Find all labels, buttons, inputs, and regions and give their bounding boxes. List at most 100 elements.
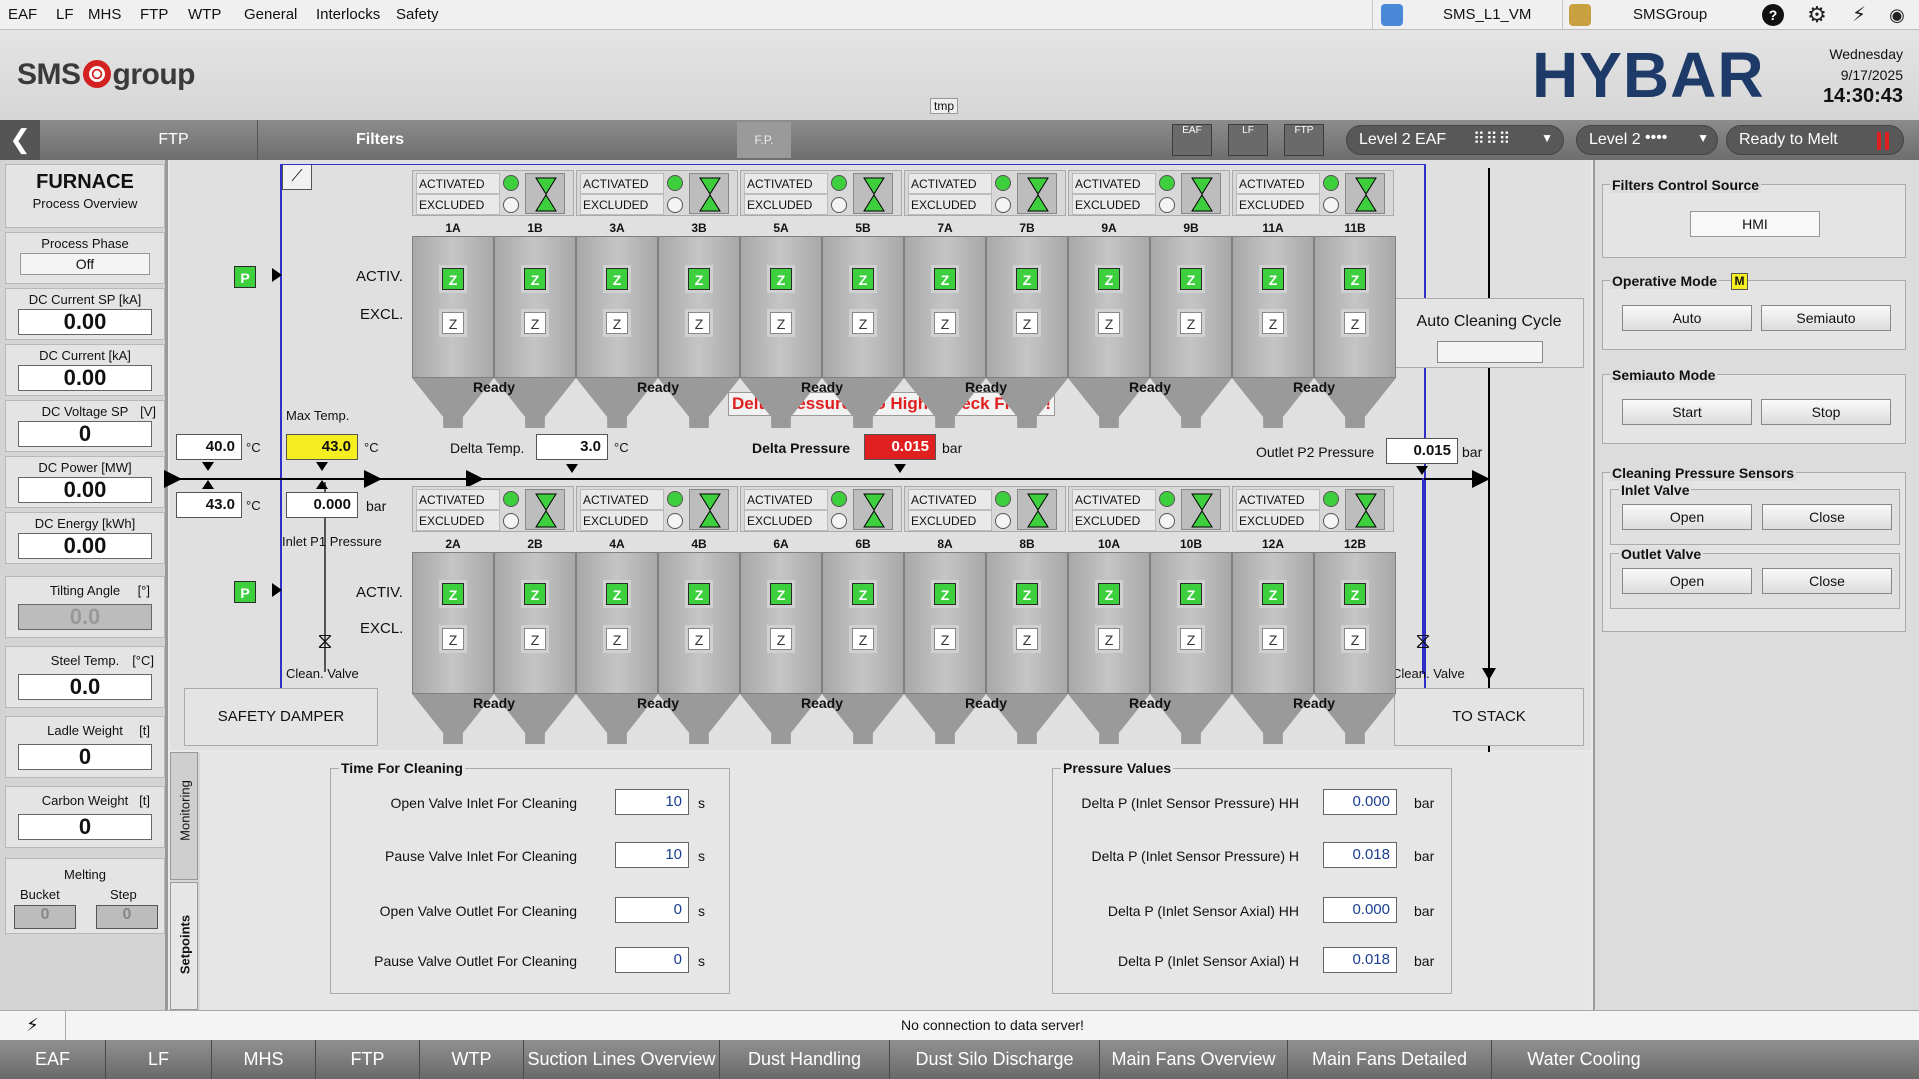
- activate-z-button[interactable]: Z: [688, 583, 710, 605]
- tab-water-cooling[interactable]: Water Cooling: [1492, 1040, 1676, 1079]
- tab-main-fans-detailed[interactable]: Main Fans Detailed: [1288, 1040, 1492, 1079]
- activate-z-button[interactable]: Z: [1262, 583, 1284, 605]
- level2-dropdown[interactable]: Level 2 •••• ▼: [1576, 125, 1718, 155]
- activate-z-button[interactable]: Z: [606, 583, 628, 605]
- exclude-z-button[interactable]: Z: [688, 312, 710, 334]
- pause-valve-inlet-input[interactable]: 10: [615, 842, 689, 868]
- tab-dust-handling[interactable]: Dust Handling: [720, 1040, 890, 1079]
- activate-z-button[interactable]: Z: [1098, 268, 1120, 290]
- hourglass-valve-icon[interactable]: [525, 489, 565, 530]
- auto-button[interactable]: Auto: [1622, 305, 1752, 331]
- exclude-z-button[interactable]: Z: [934, 628, 956, 650]
- activate-z-button[interactable]: Z: [934, 583, 956, 605]
- activate-z-button[interactable]: Z: [1098, 583, 1120, 605]
- exclude-z-button[interactable]: Z: [1016, 312, 1038, 334]
- exclude-z-button[interactable]: Z: [852, 628, 874, 650]
- tab-main-fans-overview[interactable]: Main Fans Overview: [1100, 1040, 1288, 1079]
- back-arrow-icon[interactable]: ❮: [0, 120, 40, 160]
- exclude-z-button[interactable]: Z: [442, 628, 464, 650]
- tab-suction-lines-overview[interactable]: Suction Lines Overview: [524, 1040, 720, 1079]
- tab-setpoints[interactable]: Setpoints: [170, 882, 198, 1010]
- menu-eaf[interactable]: EAF: [8, 6, 37, 23]
- open-valve-outlet-input[interactable]: 0: [615, 897, 689, 923]
- exclude-z-button[interactable]: Z: [1180, 312, 1202, 334]
- exclude-z-button[interactable]: Z: [770, 628, 792, 650]
- activate-z-button[interactable]: Z: [852, 583, 874, 605]
- hourglass-valve-icon[interactable]: [1181, 173, 1221, 214]
- exclude-z-button[interactable]: Z: [1262, 628, 1284, 650]
- menu-lf[interactable]: LF: [56, 6, 74, 23]
- tab-dust-silo-discharge[interactable]: Dust Silo Discharge: [890, 1040, 1100, 1079]
- tab-eaf[interactable]: EAF: [0, 1040, 106, 1079]
- hourglass-valve-icon[interactable]: [1017, 489, 1057, 530]
- hourglass-valve-icon[interactable]: [689, 173, 729, 214]
- activate-z-button[interactable]: Z: [1262, 268, 1284, 290]
- activate-z-button[interactable]: Z: [770, 268, 792, 290]
- inlet-close-button[interactable]: Close: [1762, 504, 1892, 530]
- tab-wtp[interactable]: WTP: [420, 1040, 524, 1079]
- activate-z-button[interactable]: Z: [770, 583, 792, 605]
- activate-z-button[interactable]: Z: [1016, 268, 1038, 290]
- exclude-z-button[interactable]: Z: [524, 312, 546, 334]
- ready-to-melt-status[interactable]: Ready to Melt: [1726, 125, 1904, 155]
- activate-z-button[interactable]: Z: [1344, 268, 1366, 290]
- tab-ftp[interactable]: FTP: [316, 1040, 420, 1079]
- tab-mhs[interactable]: MHS: [212, 1040, 316, 1079]
- start-button[interactable]: Start: [1622, 399, 1752, 425]
- exclude-z-button[interactable]: Z: [770, 312, 792, 334]
- semiauto-button[interactable]: Semiauto: [1761, 305, 1891, 331]
- delta-p-inlet-pressure-h-input[interactable]: 0.018: [1323, 842, 1397, 868]
- activate-z-button[interactable]: Z: [688, 268, 710, 290]
- hourglass-valve-icon[interactable]: [525, 173, 565, 214]
- exclude-z-button[interactable]: Z: [1180, 628, 1202, 650]
- hourglass-valve-icon[interactable]: [1345, 173, 1385, 214]
- exclude-z-button[interactable]: Z: [1098, 312, 1120, 334]
- clean-valve-outlet-icon[interactable]: ⧖: [1412, 626, 1434, 656]
- level2-eaf-dropdown[interactable]: Level 2 EAF ⠿⠿⠿ ▼: [1346, 125, 1564, 155]
- outlet-close-button[interactable]: Close: [1762, 568, 1892, 594]
- p-indicator-bottom[interactable]: P: [234, 581, 256, 603]
- ftp-toolbar-icon[interactable]: FTP: [1284, 124, 1324, 156]
- activate-z-button[interactable]: Z: [442, 583, 464, 605]
- tab-monitoring[interactable]: Monitoring: [170, 752, 198, 880]
- exclude-z-button[interactable]: Z: [606, 312, 628, 334]
- lf-toolbar-icon[interactable]: LF: [1228, 124, 1268, 156]
- exclude-z-button[interactable]: Z: [852, 312, 874, 334]
- fp-button[interactable]: F.P.: [737, 122, 791, 158]
- activate-z-button[interactable]: Z: [1016, 583, 1038, 605]
- menu-ftp[interactable]: FTP: [140, 6, 168, 23]
- menu-mhs[interactable]: MHS: [88, 6, 121, 23]
- hourglass-valve-icon[interactable]: [853, 173, 893, 214]
- trend-chart-icon[interactable]: ⟋: [282, 164, 312, 190]
- delta-p-inlet-pressure-hh-input[interactable]: 0.000: [1323, 789, 1397, 815]
- exclude-z-button[interactable]: Z: [606, 628, 628, 650]
- menu-interlocks[interactable]: Interlocks: [316, 6, 380, 23]
- exclude-z-button[interactable]: Z: [934, 312, 956, 334]
- lightning-icon[interactable]: ⚡: [1848, 4, 1870, 26]
- hourglass-valve-icon[interactable]: [1181, 489, 1221, 530]
- eye-icon[interactable]: ◉: [1886, 4, 1908, 26]
- stop-button[interactable]: Stop: [1761, 399, 1891, 425]
- activate-z-button[interactable]: Z: [442, 268, 464, 290]
- menu-general[interactable]: General: [244, 6, 297, 23]
- activate-z-button[interactable]: Z: [934, 268, 956, 290]
- activate-z-button[interactable]: Z: [1180, 268, 1202, 290]
- vm-section[interactable]: SMS_L1_VM: [1372, 0, 1562, 30]
- hourglass-valve-icon[interactable]: [1017, 173, 1057, 214]
- clean-valve-inlet-icon[interactable]: ⧖: [314, 626, 336, 656]
- outlet-open-button[interactable]: Open: [1622, 568, 1752, 594]
- p-indicator-top[interactable]: P: [234, 266, 256, 288]
- activate-z-button[interactable]: Z: [524, 583, 546, 605]
- exclude-z-button[interactable]: Z: [442, 312, 464, 334]
- gear-icon[interactable]: ⚙: [1806, 4, 1828, 26]
- inlet-open-button[interactable]: Open: [1622, 504, 1752, 530]
- exclude-z-button[interactable]: Z: [1098, 628, 1120, 650]
- hourglass-valve-icon[interactable]: [853, 489, 893, 530]
- tab-lf[interactable]: LF: [106, 1040, 212, 1079]
- exclude-z-button[interactable]: Z: [1016, 628, 1038, 650]
- exclude-z-button[interactable]: Z: [688, 628, 710, 650]
- eaf-toolbar-icon[interactable]: EAF: [1172, 124, 1212, 156]
- hourglass-valve-icon[interactable]: [689, 489, 729, 530]
- menu-wtp[interactable]: WTP: [188, 6, 221, 23]
- hourglass-valve-icon[interactable]: [1345, 489, 1385, 530]
